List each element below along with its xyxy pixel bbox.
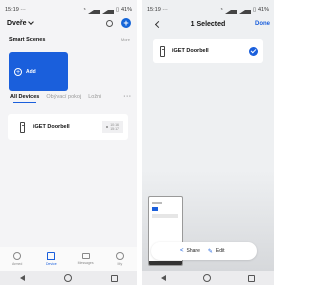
scenes-header: Smart Scenes More [9,37,130,43]
edit-label: Edit [215,248,225,254]
status-time-text: 15:19 [5,7,19,13]
add-device-button[interactable]: + [121,18,131,28]
battery-percent: 41% [257,7,269,13]
bottom-tab-bar: Armed Device Messages My [0,247,137,271]
thumb-line [152,202,162,204]
time-line-2: 15:17 [110,127,119,131]
thumb-card [152,214,178,218]
home-icon [47,252,56,260]
status-dot [106,126,109,128]
status-time-text: 15:19 [147,7,161,13]
wifi-icon: ◔ [82,7,86,13]
battery-icon: ▯ [252,7,256,13]
message-icon [81,253,90,259]
tab-messages[interactable]: Messages [74,253,98,265]
status-bar: 15:19 ··· ◔ ▯ 41% [147,6,269,14]
tab-armed[interactable]: Armed [5,252,29,266]
recents-icon[interactable] [110,274,118,282]
status-bar: 15:19 ··· ◔ ▯ 41% [5,6,132,14]
home-nav-icon[interactable] [63,274,72,282]
share-icon: < [180,248,184,254]
edit-icon: ✎ [207,248,213,255]
signal-icon [238,6,251,14]
room-tabs: All Devices Obývací pokoj Ložni ··· [10,91,132,103]
thumb-navbar [149,261,182,265]
selection-screen: 15:19 ··· ◔ ▯ 41% 1 Selected Done iGET D… [142,0,274,285]
selection-header: 1 Selected Done [142,18,274,30]
signal-icon [101,6,114,14]
status-time: 15:19 ··· [147,7,168,13]
home-header: Dveře + [7,17,131,29]
wifi-icon: ◔ [219,7,223,13]
thumb-block [152,207,158,211]
system-nav-bar [142,271,274,285]
tab-label: Device [46,262,57,266]
plus-circle-icon: + [14,67,22,76]
tab-obyvaci-pokoj[interactable]: Obývací pokoj [46,94,81,100]
add-scene-button[interactable]: + Add [9,52,68,91]
back-icon[interactable] [160,275,166,281]
home-nav-icon[interactable] [202,274,211,282]
battery-icon: ▯ [115,7,119,13]
battery-percent: 41% [120,7,132,13]
done-button[interactable]: Done [255,21,270,27]
back-icon[interactable] [19,275,25,281]
doorbell-icon [20,121,25,133]
home-name: Dveře [7,19,27,27]
signal-icon [224,6,237,14]
shield-icon [13,252,22,260]
device-time-lines: 10:16 15:17 [110,123,119,131]
status-icons: ◔ ▯ 41% [220,6,269,14]
recents-icon[interactable] [248,274,256,282]
home-screen: 15:19 ··· ◔ ▯ 41% Dveře + Smart Scenes M… [0,0,137,285]
profile-icon [115,252,124,260]
tab-label: My [117,262,123,266]
tab-label: Messages [77,261,94,265]
device-last-seen: 10:16 15:17 [102,121,123,133]
status-time: 15:19 ··· [5,7,26,13]
more-link[interactable]: More [121,37,130,42]
status-icons: ◔ ▯ 41% [83,6,132,14]
share-label: Share [186,248,200,254]
header-actions: + [106,18,131,28]
device-name: iGET Doorbell [172,48,209,54]
section-title: Smart Scenes [9,37,46,43]
device-name: iGET Doorbell [33,124,70,130]
signal-icon [87,6,100,14]
system-nav-bar [0,271,137,285]
status-overflow: ··· [162,7,168,13]
more-tabs-icon[interactable]: ··· [124,94,133,100]
tab-lozni[interactable]: Ložni [88,94,101,100]
doorbell-icon [160,45,165,57]
device-card[interactable]: iGET Doorbell 10:16 15:17 [8,114,128,140]
tab-label: Armed [11,262,23,266]
checkmark-icon[interactable] [249,46,258,56]
scan-icon[interactable] [106,19,113,27]
screenshot-actions: < Share ✎ Edit [151,242,257,260]
add-scene-label: Add [26,68,36,75]
home-selector[interactable]: Dveře [7,19,35,27]
tab-device[interactable]: Device [39,252,63,266]
status-overflow: ··· [20,7,26,13]
tab-my[interactable]: My [108,252,132,266]
tab-all-devices[interactable]: All Devices [10,94,39,103]
share-button[interactable]: < Share [180,248,200,254]
selected-device-card[interactable]: iGET Doorbell [153,39,263,63]
edit-button[interactable]: ✎ Edit [208,248,225,255]
chevron-down-icon [28,19,35,25]
